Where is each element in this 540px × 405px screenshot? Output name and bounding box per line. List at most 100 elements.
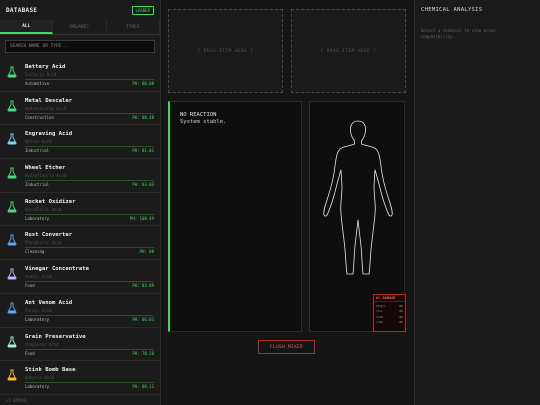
item-chemical: Hydrochloric Acid — [25, 105, 66, 111]
item-name: Metal Descaler — [25, 97, 73, 104]
flask-icon — [7, 268, 17, 280]
item-divider — [25, 112, 154, 114]
item-divider — [25, 382, 154, 384]
vital-label: LUNG — [376, 320, 384, 324]
database-panel: DATABASE LOADED ALL ORGANIC TYPES SEARCH… — [0, 0, 161, 405]
tab-organic[interactable]: ORGANIC — [53, 20, 107, 34]
flask-icon — [7, 336, 17, 347]
item-category: Cleaning — [25, 249, 45, 255]
list-item[interactable]: Wheel Etcher Hydrofluoric Acid Industrial P… — [0, 159, 161, 193]
list-item[interactable]: Grain Preservative Propionic Acid Food PH: … — [0, 328, 161, 362]
item-ph: PH: 03.03 — [132, 182, 154, 188]
item-chemical: Butyric Acid — [25, 375, 54, 381]
item-name: Rust Converter — [25, 232, 73, 239]
list-item[interactable]: Rocket Oxidizer Perchloric Acid Laboratory… — [0, 193, 161, 227]
vital-label: HEART — [376, 303, 386, 308]
list-item[interactable]: Battery Acid Sulfuric Acid Automotive PH: 0… — [0, 58, 161, 92]
item-category: Laboratory — [25, 215, 50, 221]
vital-value: OK — [399, 320, 403, 324]
list-item[interactable]: Vinegar Concentrate Acetic Acid Food PH: 03… — [0, 260, 161, 294]
item-name: Engraving Acid — [25, 131, 73, 138]
item-name: Grain Preservative — [25, 333, 86, 340]
item-ph: PH: 100.49 — [129, 215, 154, 221]
item-ph: PH: 06.03 — [132, 316, 154, 322]
analysis-panel: CHEMICAL ANALYSIS Select a chemical to v… — [414, 0, 540, 405]
version-label: v1.0PNNAL — [6, 398, 28, 403]
reaction-panel: NO REACTION System stable. — [168, 101, 302, 332]
flask-icon — [7, 201, 17, 213]
database-header: DATABASE LOADED — [0, 0, 160, 20]
item-chemical: Propionic Acid — [25, 341, 59, 347]
vital-label: SKIN — [376, 314, 384, 319]
flask-icon — [7, 234, 17, 246]
item-category: Laboratory — [25, 384, 50, 390]
item-ph: PH: 00.48 — [132, 114, 154, 120]
item-name: Rocket Oxidizer — [25, 198, 76, 205]
item-category: Food — [25, 283, 35, 289]
item-ph: PH: 03.09 — [132, 283, 154, 289]
chemical-list: Battery Acid Sulfuric Acid Automotive PH: 0… — [0, 58, 161, 395]
list-item[interactable]: Rust Converter Phosphoric Acid Cleaning PH:… — [0, 226, 161, 261]
item-ph: PH: 78.28 — [132, 350, 154, 356]
item-ph: PH: 09.11 — [132, 384, 154, 390]
item-name: Vinegar Concentrate — [25, 266, 89, 273]
vital-label: CELL — [376, 309, 384, 313]
list-item[interactable]: Stink Bomb Base Butyric Acid Laboratory PH:… — [0, 361, 161, 395]
flask-icon — [7, 167, 17, 179]
vitals-box: 0% DAMAGE HEART OK CELL OK SKIN OK LUNG OK — [373, 294, 406, 332]
item-divider — [25, 348, 154, 350]
list-item[interactable]: Engraving Acid Nitric Acid Industrial PH: 0… — [0, 125, 161, 160]
item-chemical: Phosphoric Acid — [25, 240, 62, 246]
item-ph: PH: 08 — [139, 249, 154, 255]
item-divider — [25, 79, 154, 80]
tab-all[interactable]: ALL — [0, 20, 54, 34]
damage-title: 0% DAMAGE — [374, 295, 405, 302]
flask-icon — [7, 302, 17, 314]
item-category: Construction — [25, 114, 54, 120]
item-ph: PH: 00.08 — [132, 81, 154, 86]
item-chemical: Formic Acid — [25, 307, 52, 313]
vital-value: OK — [399, 303, 403, 308]
item-divider — [25, 180, 154, 182]
item-chemical: Acetic Acid — [25, 274, 52, 280]
status-badge: LOADED — [131, 5, 154, 15]
list-item[interactable]: Metal Descaler Hydrochloric Acid Construct… — [0, 92, 161, 126]
flask-icon — [7, 100, 17, 112]
item-ph: PH: 01.01 — [132, 148, 154, 154]
item-name: Stink Bomb Base — [25, 367, 76, 374]
item-divider — [25, 213, 154, 215]
drop-zone-1[interactable]: [ DRAG ITEM HERE ] — [168, 9, 283, 93]
vital-value: OK — [399, 314, 403, 319]
item-divider — [25, 247, 154, 249]
flask-icon — [7, 369, 17, 381]
panel-title: DATABASE — [6, 6, 38, 14]
drop-zone-2[interactable]: [ DRAG ITEM HERE ] — [291, 9, 406, 93]
item-chemical: Nitric Acid — [25, 139, 52, 145]
analysis-hint: Select a chemical to view props compatib… — [421, 28, 496, 39]
flask-icon — [7, 66, 17, 78]
item-chemical: Sulfuric Acid — [25, 72, 57, 77]
item-name: Battery Acid — [25, 64, 66, 70]
item-name: Ant Venom Acid — [25, 299, 73, 306]
flask-icon — [7, 133, 17, 145]
vital-value: OK — [399, 309, 403, 313]
item-name: Wheel Etcher — [25, 165, 66, 172]
item-category: Food — [25, 350, 35, 356]
item-category: Laboratory — [25, 316, 50, 322]
item-category: Industrial — [25, 182, 50, 188]
item-chemical: Perchloric Acid — [25, 206, 62, 212]
flush-mixer-button[interactable]: FLUSH MIXER — [258, 340, 315, 354]
filter-tabs: ALL ORGANIC TYPES — [0, 20, 160, 35]
body-diagram-panel: 0% DAMAGE HEART OK CELL OK SKIN OK LUNG OK — [309, 101, 406, 332]
search-input[interactable]: SEARCH NAME OR TYPE... — [5, 40, 155, 53]
tab-types[interactable]: TYPES — [107, 20, 160, 34]
analysis-title: CHEMICAL ANALYSIS — [421, 7, 483, 13]
item-divider — [25, 146, 154, 148]
item-divider — [25, 281, 154, 283]
item-category: Industrial — [25, 148, 50, 154]
human-body-icon — [323, 120, 393, 275]
reaction-status: System stable. — [180, 119, 227, 125]
item-chemical: Hydrofluoric Acid — [25, 173, 66, 179]
reaction-title: NO REACTION — [180, 112, 217, 118]
list-item[interactable]: Ant Venom Acid Formic Acid Laboratory PH: 0… — [0, 294, 161, 328]
